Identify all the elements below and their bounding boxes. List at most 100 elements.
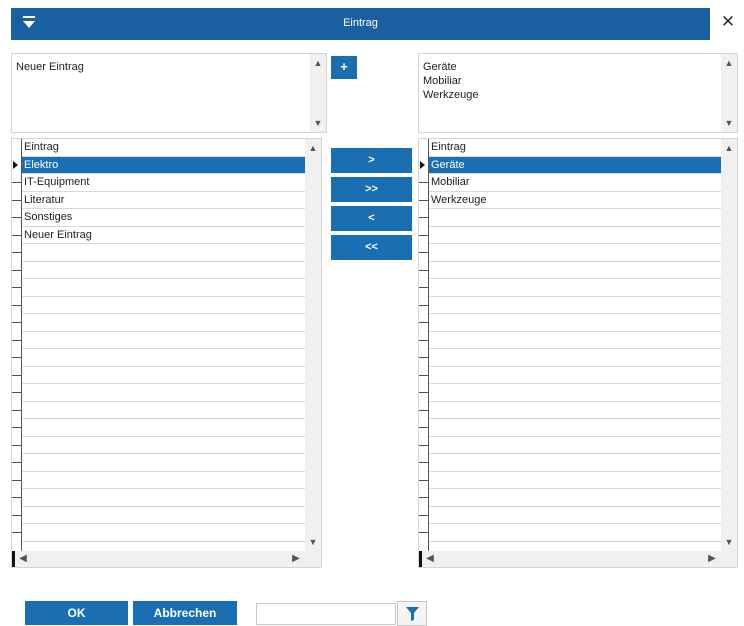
row-selector-column[interactable] [12,139,22,551]
scroll-up-icon[interactable]: ▲ [305,141,321,155]
current-row-marker-icon [420,161,425,169]
empty-row[interactable] [22,472,305,489]
available-entries-grid[interactable]: Eintrag Elektro IT-Equipment Literatur S… [11,138,322,568]
table-row[interactable]: Elektro [22,156,305,174]
table-row[interactable]: IT-Equipment [22,174,305,192]
scroll-up-icon[interactable]: ▲ [310,56,326,70]
new-entry-field[interactable]: Neuer Eintrag ▲ ▼ [11,53,327,133]
selected-entries-field[interactable]: Geräte Mobiliar Werkzeuge ▲ ▼ [418,53,738,133]
empty-row[interactable] [429,279,721,297]
empty-row[interactable] [429,419,721,437]
available-vertical-scrollbar[interactable]: ▲ ▼ [305,139,321,551]
selected-horizontal-scrollbar[interactable]: ◀ ▶ [419,551,721,567]
add-entry-button[interactable]: + [331,56,357,79]
empty-row[interactable] [429,367,721,384]
close-button[interactable]: ✕ [716,10,740,34]
empty-row[interactable] [429,472,721,489]
empty-row[interactable] [22,279,305,297]
empty-row[interactable] [429,227,721,244]
empty-row[interactable] [429,209,721,227]
scroll-left-icon[interactable]: ◀ [423,551,437,567]
scroll-right-icon[interactable]: ▶ [289,551,303,567]
filter-button[interactable] [397,601,427,626]
row-selector-tick [12,357,22,358]
empty-row[interactable] [22,384,305,402]
row-selector-tick [12,322,22,323]
scroll-down-icon[interactable]: ▼ [721,116,737,130]
column-header-eintrag[interactable]: Eintrag [22,139,305,157]
empty-row[interactable] [429,262,721,279]
selected-entries-grid[interactable]: Eintrag Geräte Mobiliar Werkzeuge ▲ ▼ ◀ … [418,138,738,568]
row-selector-tick [419,462,429,463]
scroll-down-icon[interactable]: ▼ [310,116,326,130]
add-all-button[interactable]: >> [331,177,412,202]
filter-input[interactable] [256,603,396,625]
scroll-up-icon[interactable]: ▲ [721,141,737,155]
row-selector-tick [419,217,429,218]
empty-row[interactable] [22,349,305,367]
table-row[interactable]: Neuer Eintrag [22,227,305,244]
empty-row[interactable] [429,507,721,524]
empty-row[interactable] [429,349,721,367]
row-selector-tick [12,497,22,498]
row-selector-tick [12,532,22,533]
row-selector-tick [12,514,22,516]
scroll-right-icon[interactable]: ▶ [705,551,719,567]
new-entry-scrollbar[interactable]: ▲ ▼ [310,54,326,132]
empty-row[interactable] [429,314,721,332]
scroll-position-bar [419,551,422,567]
scroll-down-icon[interactable]: ▼ [721,535,737,549]
empty-row[interactable] [22,314,305,332]
empty-row[interactable] [22,489,305,507]
empty-row[interactable] [22,507,305,524]
row-selector-tick [419,497,429,498]
empty-row[interactable] [429,244,721,262]
row-selector-tick [419,287,429,288]
empty-row[interactable] [22,332,305,349]
empty-row[interactable] [22,402,305,419]
selected-entries-text: Geräte Mobiliar Werkzeuge [423,60,478,102]
empty-row[interactable] [429,524,721,542]
table-row[interactable]: Mobiliar [429,174,721,192]
empty-row[interactable] [22,367,305,384]
selected-line: Mobiliar [423,75,462,87]
table-row[interactable]: Sonstiges [22,209,305,227]
scroll-position-bar [12,551,15,567]
table-row[interactable]: Werkzeuge [429,192,721,209]
table-row[interactable]: Literatur [22,192,305,209]
empty-row[interactable] [22,454,305,472]
remove-all-button[interactable]: << [331,235,412,260]
empty-row[interactable] [22,524,305,542]
empty-row[interactable] [429,402,721,419]
scroll-down-icon[interactable]: ▼ [305,535,321,549]
scroll-corner [721,551,737,567]
column-header-eintrag[interactable]: Eintrag [429,139,721,157]
empty-row[interactable] [429,384,721,402]
row-selector-tick [419,479,429,481]
available-horizontal-scrollbar[interactable]: ◀ ▶ [12,551,305,567]
empty-row[interactable] [429,454,721,472]
empty-row[interactable] [429,437,721,454]
selected-vertical-scrollbar[interactable]: ▲ ▼ [721,139,737,551]
add-selected-button[interactable]: > [331,148,412,173]
row-selector-tick [12,182,22,183]
empty-row[interactable] [22,419,305,437]
selected-entries-scrollbar[interactable]: ▲ ▼ [721,54,737,132]
empty-row[interactable] [22,437,305,454]
empty-row[interactable] [22,297,305,314]
ok-button[interactable]: OK [25,601,128,625]
empty-row[interactable] [429,297,721,314]
row-selector-tick [12,339,22,341]
row-selector-tick [12,217,22,218]
scroll-left-icon[interactable]: ◀ [16,551,30,567]
remove-selected-button[interactable]: < [331,206,412,231]
empty-row[interactable] [22,244,305,262]
title-bar: Eintrag [11,8,710,40]
empty-row[interactable] [429,332,721,349]
cancel-button[interactable]: Abbrechen [133,601,237,625]
empty-row[interactable] [22,262,305,279]
row-selector-column[interactable] [419,139,429,551]
scroll-up-icon[interactable]: ▲ [721,56,737,70]
empty-row[interactable] [429,489,721,507]
table-row[interactable]: Geräte [429,156,721,174]
